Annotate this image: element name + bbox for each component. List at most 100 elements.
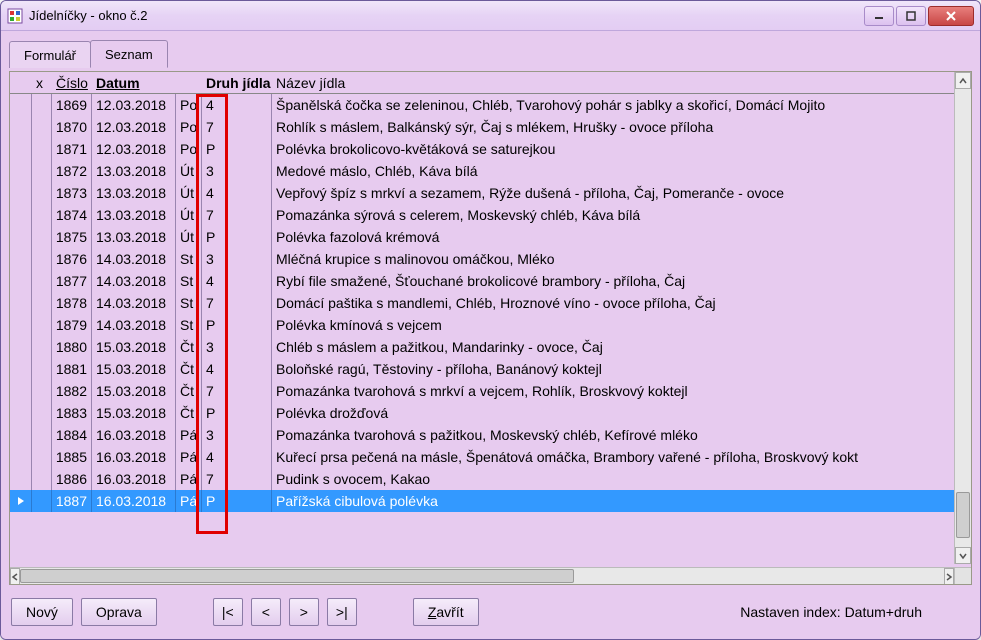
edit-button[interactable]: Oprava [81, 598, 157, 626]
cell-datum: 14.03.2018 [92, 314, 176, 336]
table-row[interactable]: 186912.03.2018Po4Španělská čočka se zele… [10, 94, 971, 116]
table-row[interactable]: 187914.03.2018StPPolévka kmínová s vejce… [10, 314, 971, 336]
cell-cislo: 1880 [52, 336, 92, 358]
close-button[interactable]: Zavřít [413, 598, 479, 626]
minimize-button[interactable] [864, 6, 894, 26]
cell-datum: 12.03.2018 [92, 94, 176, 116]
cell-x [32, 270, 52, 292]
cell-x [32, 336, 52, 358]
cell-nazev: Polévka kmínová s vejcem [272, 314, 971, 336]
tab-formular[interactable]: Formulář [9, 41, 91, 68]
cell-druh: 4 [202, 358, 272, 380]
nav-prev-button[interactable]: < [251, 598, 281, 626]
cell-den: St [176, 314, 202, 336]
v-scroll-thumb[interactable] [956, 492, 970, 538]
cell-nazev: Pařížská cibulová polévka [272, 490, 971, 512]
row-marker [10, 358, 32, 380]
cell-druh: 7 [202, 116, 272, 138]
vertical-scrollbar[interactable] [954, 72, 971, 564]
table-row[interactable]: 187012.03.2018Po7Rohlík s máslem, Balkán… [10, 116, 971, 138]
col-header-cislo[interactable]: Číslo [52, 72, 92, 93]
table-row[interactable]: 188416.03.2018Pá3Pomazánka tvarohová s p… [10, 424, 971, 446]
scroll-up-button[interactable] [955, 72, 971, 89]
cell-nazev: Polévka fazolová krémová [272, 226, 971, 248]
cell-nazev: Pomazánka tvarohová s pažitkou, Moskevsk… [272, 424, 971, 446]
index-status: Nastaven index: Datum+druh [740, 604, 922, 620]
tab-seznam[interactable]: Seznam [90, 40, 168, 68]
cell-den: Pá [176, 424, 202, 446]
scroll-right-button[interactable] [944, 568, 954, 585]
cell-nazev: Pomazánka tvarohová s mrkví a vejcem, Ro… [272, 380, 971, 402]
cell-datum: 14.03.2018 [92, 270, 176, 292]
row-marker [10, 336, 32, 358]
table-row[interactable]: 187814.03.2018St7Domácí paštika s mandle… [10, 292, 971, 314]
cell-den: Út [176, 204, 202, 226]
table-row[interactable]: 188015.03.2018Čt3Chléb s máslem a pažitk… [10, 336, 971, 358]
table-row[interactable]: 187413.03.2018Út7Pomazánka sýrová s cele… [10, 204, 971, 226]
cell-cislo: 1879 [52, 314, 92, 336]
client-area: Formulář Seznam x Číslo Datum Druh jídla… [1, 31, 980, 639]
cell-nazev: Medové máslo, Chléb, Káva bílá [272, 160, 971, 182]
maximize-button[interactable] [896, 6, 926, 26]
table-row[interactable]: 188315.03.2018ČtPPolévka drožďová [10, 402, 971, 424]
new-button[interactable]: Nový [11, 598, 73, 626]
col-header-nazev[interactable]: Název jídla [272, 72, 971, 93]
close-window-button[interactable] [928, 6, 974, 26]
table-row[interactable]: 188115.03.2018Čt4Boloňské ragú, Těstovin… [10, 358, 971, 380]
cell-den: Út [176, 226, 202, 248]
cell-nazev: Mléčná krupice s malinovou omáčkou, Mlék… [272, 248, 971, 270]
row-marker [10, 446, 32, 468]
nav-first-button[interactable]: |< [213, 598, 243, 626]
h-scroll-track[interactable] [20, 568, 944, 584]
cell-cislo: 1883 [52, 402, 92, 424]
grid-body[interactable]: 186912.03.2018Po4Španělská čočka se zele… [10, 94, 971, 567]
table-row[interactable]: 187213.03.2018Út3Medové máslo, Chléb, Ká… [10, 160, 971, 182]
cell-x [32, 204, 52, 226]
cell-den: Út [176, 182, 202, 204]
row-marker [10, 424, 32, 446]
cell-cislo: 1878 [52, 292, 92, 314]
cell-cislo: 1886 [52, 468, 92, 490]
row-marker [10, 490, 32, 512]
titlebar: Jídelníčky - okno č.2 [1, 1, 980, 31]
cell-druh: 7 [202, 468, 272, 490]
col-header-druh[interactable]: Druh jídla [202, 72, 272, 93]
cell-x [32, 160, 52, 182]
cell-cislo: 1869 [52, 94, 92, 116]
bottom-toolbar: Nový Oprava |< < > >| Zavřít Nastaven in… [9, 589, 972, 631]
horizontal-scrollbar[interactable] [10, 567, 971, 584]
cell-x [32, 226, 52, 248]
table-row[interactable]: 188716.03.2018PáPPařížská cibulová polév… [10, 490, 971, 512]
current-row-icon [16, 496, 26, 506]
cell-cislo: 1872 [52, 160, 92, 182]
cell-cislo: 1870 [52, 116, 92, 138]
table-row[interactable]: 188516.03.2018Pá4Kuřecí prsa pečená na m… [10, 446, 971, 468]
cell-den: Po [176, 116, 202, 138]
table-row[interactable]: 187513.03.2018ÚtPPolévka fazolová krémov… [10, 226, 971, 248]
table-row[interactable]: 187313.03.2018Út4Vepřový špíz s mrkví a … [10, 182, 971, 204]
scroll-down-button[interactable] [955, 547, 971, 564]
cell-x [32, 248, 52, 270]
scroll-left-button[interactable] [10, 568, 20, 585]
table-row[interactable]: 187714.03.2018St4Rybí file smažené, Šťou… [10, 270, 971, 292]
cell-den: St [176, 270, 202, 292]
col-header-x[interactable]: x [32, 72, 52, 93]
nav-last-button[interactable]: >| [327, 598, 357, 626]
minimize-icon [874, 11, 884, 21]
cell-druh: P [202, 314, 272, 336]
cell-druh: P [202, 402, 272, 424]
table-row[interactable]: 187614.03.2018St3Mléčná krupice s malino… [10, 248, 971, 270]
table-row[interactable]: 187112.03.2018PoPPolévka brokolicovo-kvě… [10, 138, 971, 160]
cell-den: Pá [176, 490, 202, 512]
table-row[interactable]: 188215.03.2018Čt7Pomazánka tvarohová s m… [10, 380, 971, 402]
nav-next-button[interactable]: > [289, 598, 319, 626]
row-marker [10, 138, 32, 160]
col-header-datum[interactable]: Datum [92, 72, 176, 93]
table-row[interactable]: 188616.03.2018Pá7Pudink s ovocem, Kakao [10, 468, 971, 490]
cell-datum: 16.03.2018 [92, 424, 176, 446]
window-controls [864, 6, 974, 26]
v-scroll-track[interactable] [955, 89, 971, 547]
h-scroll-thumb[interactable] [20, 569, 574, 583]
cell-den: Čt [176, 402, 202, 424]
chevron-up-icon [959, 77, 967, 85]
